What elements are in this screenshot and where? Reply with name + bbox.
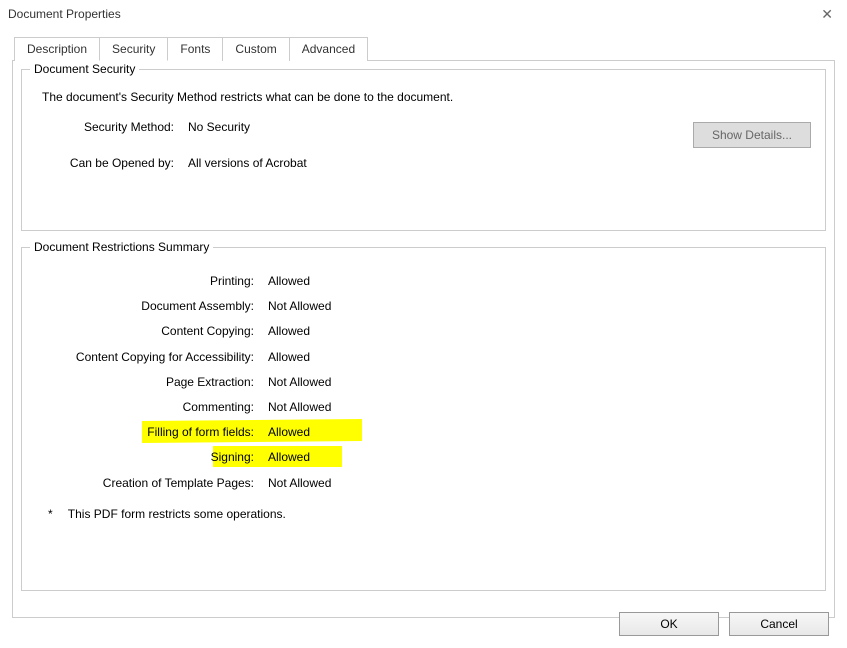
restriction-row-templates: Creation of Template Pages: Not Allowed <box>34 474 813 493</box>
cancel-button[interactable]: Cancel <box>729 612 829 636</box>
window-title: Document Properties <box>8 7 121 21</box>
security-method-label: Security Method: <box>34 120 174 134</box>
tab-security[interactable]: Security <box>99 37 168 61</box>
restriction-label: Document Assembly: <box>34 297 254 316</box>
restriction-row-assembly: Document Assembly: Not Allowed <box>34 297 813 316</box>
restriction-value: Allowed <box>268 348 310 367</box>
security-method-value: No Security <box>188 120 250 134</box>
restriction-label: Creation of Template Pages: <box>34 474 254 493</box>
restriction-value: Allowed <box>268 272 310 291</box>
dialog-footer: OK Cancel <box>619 612 829 636</box>
opened-by-row: Can be Opened by: All versions of Acroba… <box>34 156 813 170</box>
restriction-value: Not Allowed <box>268 373 331 392</box>
tab-content: Document Security The document's Securit… <box>12 60 835 618</box>
restriction-label: Signing: <box>34 448 254 467</box>
restriction-value: Not Allowed <box>268 297 331 316</box>
tab-description[interactable]: Description <box>14 37 100 61</box>
restriction-value: Allowed <box>268 448 310 467</box>
restriction-row-accessibility: Content Copying for Accessibility: Allow… <box>34 348 813 367</box>
opened-by-value: All versions of Acrobat <box>188 156 307 170</box>
footnote-marker: * <box>48 507 53 521</box>
close-icon[interactable]: ✕ <box>815 6 839 23</box>
restrictions-footnote: * This PDF form restricts some operation… <box>48 507 813 521</box>
restriction-value: Allowed <box>268 322 310 341</box>
security-description: The document's Security Method restricts… <box>42 90 813 104</box>
restrictions-fieldset: Document Restrictions Summary Printing: … <box>21 247 826 591</box>
restriction-label: Filling of form fields: <box>34 423 254 442</box>
restriction-row-extraction: Page Extraction: Not Allowed <box>34 373 813 392</box>
show-details-button[interactable]: Show Details... <box>693 122 811 148</box>
document-security-fieldset: Document Security The document's Securit… <box>21 69 826 231</box>
tab-bar: Description Security Fonts Custom Advanc… <box>14 36 847 60</box>
restriction-label: Printing: <box>34 272 254 291</box>
restriction-label: Content Copying: <box>34 322 254 341</box>
tab-advanced[interactable]: Advanced <box>289 37 368 61</box>
footnote-text: This PDF form restricts some operations. <box>68 507 286 521</box>
restrictions-legend: Document Restrictions Summary <box>30 240 213 254</box>
restriction-label: Content Copying for Accessibility: <box>34 348 254 367</box>
opened-by-label: Can be Opened by: <box>34 156 174 170</box>
restriction-value: Not Allowed <box>268 474 331 493</box>
restriction-value: Not Allowed <box>268 398 331 417</box>
tab-fonts[interactable]: Fonts <box>167 37 223 61</box>
restriction-row-signing: Signing: Allowed <box>34 448 813 467</box>
restriction-label: Commenting: <box>34 398 254 417</box>
restriction-row-copying: Content Copying: Allowed <box>34 322 813 341</box>
restriction-row-commenting: Commenting: Not Allowed <box>34 398 813 417</box>
restriction-row-printing: Printing: Allowed <box>34 272 813 291</box>
restriction-row-filling: Filling of form fields: Allowed <box>34 423 813 442</box>
restriction-label: Page Extraction: <box>34 373 254 392</box>
document-security-legend: Document Security <box>30 62 139 76</box>
ok-button[interactable]: OK <box>619 612 719 636</box>
tab-custom[interactable]: Custom <box>222 37 289 61</box>
restriction-value: Allowed <box>268 423 310 442</box>
titlebar: Document Properties ✕ <box>0 0 847 28</box>
